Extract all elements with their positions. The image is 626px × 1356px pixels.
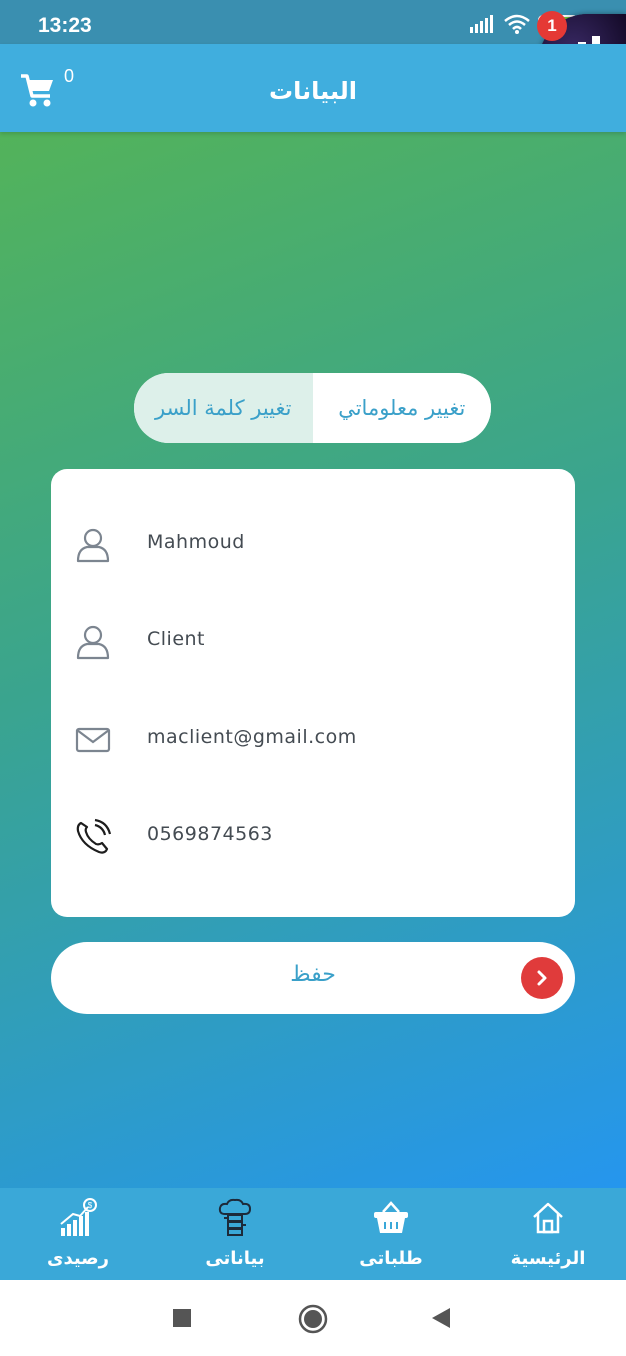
app-bar: 0 البيانات	[0, 44, 626, 132]
nav-label-orders: طلباتى	[359, 1248, 423, 1269]
save-button[interactable]: حفظ	[51, 942, 575, 1014]
chevron-right-icon	[521, 957, 563, 999]
user-icon	[76, 528, 110, 563]
page-title: البيانات	[269, 77, 357, 105]
nav-label-data: بياناتى	[205, 1248, 265, 1269]
balance-chart-icon: $	[60, 1198, 97, 1236]
name-value: Mahmoud	[147, 531, 245, 553]
nav-item-balance[interactable]: $ رصيدى	[8, 1188, 148, 1280]
tab-change-info[interactable]: تغيير معلوماتي	[312, 373, 491, 443]
nav-item-home[interactable]: الرئيسية	[478, 1188, 618, 1280]
back-icon[interactable]	[430, 1307, 452, 1329]
role-value: Client	[147, 628, 206, 650]
status-bar: 13:23 100	[0, 0, 626, 44]
main-content: تغيير كلمة السر تغيير معلوماتي Mahmoud C…	[0, 132, 626, 1188]
wifi-icon	[504, 14, 530, 34]
recent-apps-icon[interactable]	[172, 1308, 192, 1328]
profile-form-card: Mahmoud Client maclient@gmail.com 056987…	[51, 469, 575, 917]
nav-item-data[interactable]: بياناتى	[165, 1188, 305, 1280]
phone-icon	[76, 818, 112, 854]
user-icon	[76, 625, 110, 660]
bottom-nav: الرئيسية طلباتى بياناتى $ رصيدى	[0, 1188, 626, 1280]
email-value: maclient@gmail.com	[147, 726, 357, 748]
phone-field[interactable]: 0569874563	[51, 805, 575, 865]
phone-value: 0569874563	[147, 823, 273, 845]
notification-badge: 1	[537, 11, 567, 41]
save-label: حفظ	[290, 962, 336, 987]
tab-change-password[interactable]: تغيير كلمة السر	[134, 373, 313, 443]
status-time: 13:23	[38, 14, 92, 37]
nav-label-balance: رصيدى	[47, 1248, 109, 1269]
nav-item-orders[interactable]: طلباتى	[321, 1188, 461, 1280]
email-field[interactable]: maclient@gmail.com	[51, 708, 575, 768]
home-icon	[533, 1202, 563, 1234]
basket-icon	[374, 1201, 408, 1233]
role-field[interactable]: Client	[51, 610, 575, 670]
home-circle-icon[interactable]	[298, 1304, 328, 1334]
data-icon	[218, 1198, 252, 1236]
name-field[interactable]: Mahmoud	[51, 513, 575, 573]
system-nav-bar	[0, 1280, 626, 1356]
nav-label-home: الرئيسية	[510, 1248, 586, 1269]
mail-icon	[75, 727, 111, 753]
tab-bar: تغيير كلمة السر تغيير معلوماتي	[134, 373, 491, 443]
svg-text:$: $	[88, 1201, 93, 1210]
signal-icon	[470, 15, 493, 33]
